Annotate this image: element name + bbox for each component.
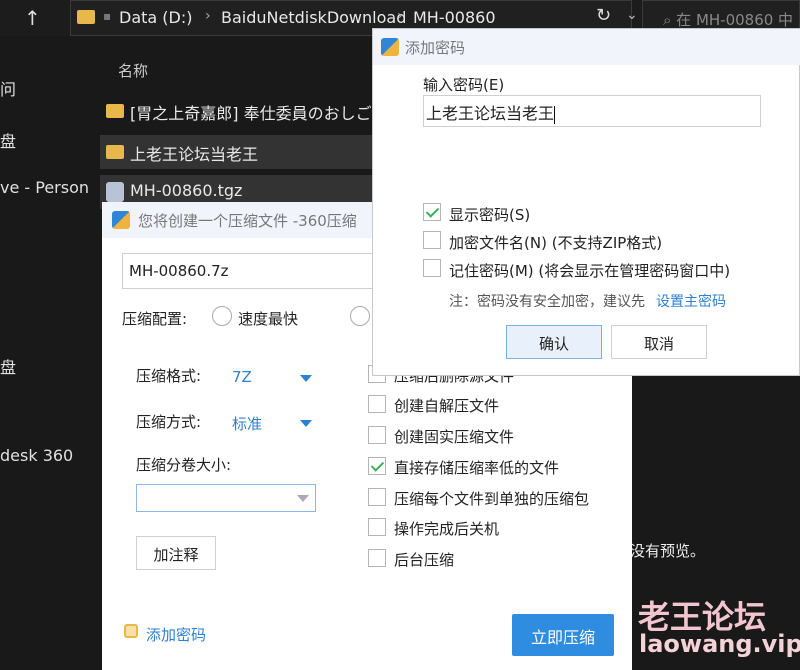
folder-icon <box>77 10 95 24</box>
security-note: 注：密码没有安全加密，建议先 <box>449 294 645 310</box>
chevron-right-icon: › <box>397 8 403 24</box>
format-select[interactable]: 7Z <box>232 368 252 386</box>
speed-option-label: 速度最快 <box>238 310 299 328</box>
remember-password-checkbox[interactable] <box>423 259 441 277</box>
column-header-name[interactable]: 名称 <box>118 60 148 81</box>
option-label: 压缩每个文件到单独的压缩包 <box>394 490 590 508</box>
show-password-checkbox[interactable] <box>423 203 441 221</box>
cancel-button[interactable]: 取消 <box>611 325 707 359</box>
archive-name-input[interactable]: MH-00860.7z <box>122 253 382 289</box>
method-select[interactable]: 标准 <box>232 413 262 434</box>
dialog-title: 您将创建一个压缩文件 -360压缩 <box>138 212 357 230</box>
option-label: 操作完成后关机 <box>394 520 500 538</box>
option-checkbox[interactable] <box>368 426 386 444</box>
password-dialog: 添加密码 输入密码(E) 上老王论坛当老王 显示密码(S) 加密文件名(N) (… <box>372 28 800 376</box>
watermark-url: laowang.vip <box>639 630 800 658</box>
option-label: 创建自解压文件 <box>394 397 500 415</box>
remember-password-label: 记住密码(M) (将会显示在管理密码窗口中) <box>449 262 731 280</box>
file-row[interactable]: 上老王论坛当老王 <box>100 135 400 169</box>
encrypt-names-label: 加密文件名(N) (不支持ZIP格式) <box>449 234 663 252</box>
password-input[interactable]: 上老王论坛当老王 <box>423 95 761 127</box>
search-icon: ⌕ <box>663 11 677 29</box>
text-caret <box>554 105 556 124</box>
compress-now-button[interactable]: 立即压缩 <box>512 614 614 656</box>
add-password-link[interactable]: 添加密码 <box>146 624 206 645</box>
option-checkbox[interactable] <box>368 549 386 567</box>
lock-icon <box>124 624 138 638</box>
set-master-password-link[interactable]: 设置主密码 <box>656 291 726 311</box>
option-label: 直接存储压缩率低的文件 <box>394 459 560 477</box>
archive-icon <box>106 182 124 202</box>
preview-message: 没有预览。 <box>630 542 706 560</box>
show-password-label: 显示密码(S) <box>449 206 531 224</box>
encrypt-names-checkbox[interactable] <box>423 231 441 249</box>
format-label: 压缩格式: <box>136 367 202 385</box>
360zip-logo-icon <box>112 211 130 229</box>
option-label: 创建固实压缩文件 <box>394 428 515 446</box>
option-checkbox[interactable] <box>368 518 386 536</box>
360zip-logo-icon <box>381 38 399 56</box>
breadcrumb-folder[interactable]: BaiduNetdiskDownload <box>221 8 406 27</box>
refresh-icon[interactable]: ↻ <box>596 5 611 26</box>
file-name: MH-00860.tgz <box>130 181 243 200</box>
sidebar-item[interactable]: 盘 <box>0 354 16 378</box>
config-label: 压缩配置: <box>122 310 188 328</box>
chevron-down-icon[interactable] <box>297 495 309 502</box>
split-size-combo[interactable] <box>136 484 316 512</box>
method-label: 压缩方式: <box>136 413 202 431</box>
chevron-right-icon: › <box>205 8 211 24</box>
sidebar-item[interactable]: 问 <box>0 76 16 100</box>
breadcrumb-drive[interactable]: Data (D:) <box>119 8 192 27</box>
file-name: [胃之上奇嘉郎] 奉仕委員のおしごと <box>130 104 388 123</box>
split-size-label: 压缩分卷大小: <box>136 456 232 474</box>
search-placeholder: 在 MH-00860 中 <box>676 11 794 29</box>
file-name: 上老王论坛当老王 <box>130 145 259 164</box>
sidebar-item[interactable]: ve - Person <box>0 178 89 197</box>
separator-icon: ▪ <box>103 9 112 23</box>
option-checkbox-checked[interactable] <box>368 457 386 475</box>
breadcrumb-current[interactable]: MH-00860 <box>413 8 496 27</box>
navigation-pane: 问 盘 ve - Person 盘 desk 360 <box>0 36 100 670</box>
chevron-down-icon[interactable] <box>300 420 312 427</box>
folder-icon <box>106 145 124 159</box>
ok-button[interactable]: 确认 <box>506 325 602 359</box>
option-label: 后台压缩 <box>394 551 455 569</box>
dialog-titlebar: 添加密码 <box>373 29 800 65</box>
dialog-title: 添加密码 <box>405 39 466 57</box>
folder-icon <box>106 104 124 118</box>
password-value: 上老王论坛当老王 <box>426 104 555 123</box>
config-radio[interactable] <box>350 306 370 326</box>
sidebar-item[interactable]: desk 360 <box>0 446 73 465</box>
chevron-down-icon[interactable] <box>300 375 312 382</box>
chevron-down-icon[interactable]: ⌄ <box>626 7 638 23</box>
file-row[interactable]: [胃之上奇嘉郎] 奉仕委員のおしごと <box>100 94 400 128</box>
password-label: 输入密码(E) <box>423 76 505 94</box>
option-checkbox[interactable] <box>368 395 386 413</box>
option-checkbox[interactable] <box>368 488 386 506</box>
up-arrow-icon[interactable]: ↑ <box>24 6 41 30</box>
sidebar-item[interactable]: 盘 <box>0 128 16 152</box>
speed-radio[interactable] <box>212 306 232 326</box>
add-comment-button[interactable]: 加注释 <box>136 536 216 570</box>
